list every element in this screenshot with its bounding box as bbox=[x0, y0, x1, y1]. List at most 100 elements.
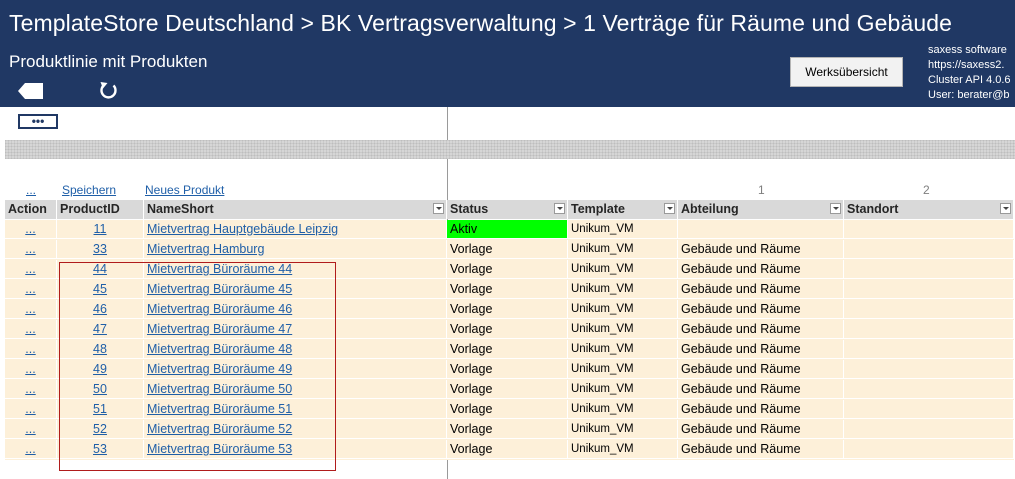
filter-dropdown-icon[interactable] bbox=[664, 203, 675, 214]
header-label: ProductID bbox=[60, 202, 120, 216]
header-action: Action bbox=[5, 200, 57, 219]
product-name-link[interactable]: Mietvertrag Büroräume 48 bbox=[144, 340, 447, 359]
product-name-link[interactable]: Mietvertrag Büroräume 53 bbox=[144, 440, 447, 459]
new-product-link[interactable]: Neues Produkt bbox=[145, 183, 224, 197]
page-title: TemplateStore Deutschland > BK Vertragsv… bbox=[9, 10, 953, 36]
info-line: https://saxess2. bbox=[928, 59, 1005, 71]
template-cell: Unikum_VM bbox=[568, 280, 678, 299]
standort-cell bbox=[844, 340, 1014, 359]
page-subtitle: Produktlinie mit Produkten bbox=[9, 52, 208, 71]
table-row: ... 53 Mietvertrag Büroräume 53 Vorlage … bbox=[5, 440, 1014, 460]
template-cell: Unikum_VM bbox=[568, 360, 678, 379]
template-cell: Unikum_VM bbox=[568, 240, 678, 259]
product-id-link[interactable]: 52 bbox=[57, 420, 144, 439]
product-name-link[interactable]: Mietvertrag Büroräume 47 bbox=[144, 320, 447, 339]
abteilung-cell: Gebäude und Räume bbox=[678, 280, 844, 299]
header-template: Template bbox=[568, 200, 678, 219]
table-row: ... 48 Mietvertrag Büroräume 48 Vorlage … bbox=[5, 340, 1014, 360]
product-id-link[interactable]: 33 bbox=[57, 240, 144, 259]
filter-dropdown-icon[interactable] bbox=[433, 203, 444, 214]
filter-dropdown-icon[interactable] bbox=[554, 203, 565, 214]
status-cell: Vorlage bbox=[447, 440, 568, 459]
row-action-link[interactable]: ... bbox=[5, 240, 57, 259]
header-standort: Standort bbox=[844, 200, 1014, 219]
row-action-link[interactable]: ... bbox=[5, 280, 57, 299]
header-bar: TemplateStore Deutschland > BK Vertragsv… bbox=[0, 0, 1015, 107]
abteilung-cell: Gebäude und Räume bbox=[678, 340, 844, 359]
product-id-link[interactable]: 45 bbox=[57, 280, 144, 299]
row-action-link[interactable]: ... bbox=[5, 320, 57, 339]
abteilung-cell: Gebäude und Räume bbox=[678, 360, 844, 379]
status-cell: Vorlage bbox=[447, 240, 568, 259]
status-cell: Vorlage bbox=[447, 300, 568, 319]
status-cell: Aktiv bbox=[447, 220, 568, 239]
standort-cell bbox=[844, 360, 1014, 379]
standort-cell bbox=[844, 280, 1014, 299]
product-id-link[interactable]: 51 bbox=[57, 400, 144, 419]
status-cell: Vorlage bbox=[447, 380, 568, 399]
product-id-link[interactable]: 44 bbox=[57, 260, 144, 279]
product-name-link[interactable]: Mietvertrag Büroräume 52 bbox=[144, 420, 447, 439]
abteilung-cell bbox=[678, 220, 844, 239]
product-name-link[interactable]: Mietvertrag Büroräume 45 bbox=[144, 280, 447, 299]
refresh-icon[interactable] bbox=[98, 80, 120, 102]
abteilung-cell: Gebäude und Räume bbox=[678, 400, 844, 419]
product-id-link[interactable]: 50 bbox=[57, 380, 144, 399]
table-row: ... 44 Mietvertrag Büroräume 44 Vorlage … bbox=[5, 260, 1014, 280]
dots-link[interactable]: ... bbox=[26, 183, 36, 197]
header-abteilung: Abteilung bbox=[678, 200, 844, 219]
row-action-link[interactable]: ... bbox=[5, 220, 57, 239]
product-id-link[interactable]: 53 bbox=[57, 440, 144, 459]
abteilung-cell: Gebäude und Räume bbox=[678, 320, 844, 339]
product-name-link[interactable]: Mietvertrag Büroräume 44 bbox=[144, 260, 447, 279]
row-action-link[interactable]: ... bbox=[5, 420, 57, 439]
product-id-link[interactable]: 49 bbox=[57, 360, 144, 379]
product-id-link[interactable]: 48 bbox=[57, 340, 144, 359]
header-label: Status bbox=[450, 202, 489, 216]
row-action-link[interactable]: ... bbox=[5, 360, 57, 379]
product-name-link[interactable]: Mietvertrag Büroräume 46 bbox=[144, 300, 447, 319]
product-name-link[interactable]: Mietvertrag Büroräume 49 bbox=[144, 360, 447, 379]
filter-dropdown-icon[interactable] bbox=[830, 203, 841, 214]
header-status: Status bbox=[447, 200, 568, 219]
header-label: Action bbox=[8, 202, 47, 216]
product-name-link[interactable]: Mietvertrag Hamburg bbox=[144, 240, 447, 259]
header-nameshort: NameShort bbox=[144, 200, 447, 219]
save-link[interactable]: Speichern bbox=[62, 183, 116, 197]
abteilung-cell: Gebäude und Räume bbox=[678, 380, 844, 399]
table-row: ... 49 Mietvertrag Büroräume 49 Vorlage … bbox=[5, 360, 1014, 380]
filter-dropdown-icon[interactable] bbox=[1000, 203, 1011, 214]
table-row: ... 51 Mietvertrag Büroräume 51 Vorlage … bbox=[5, 400, 1014, 420]
table-row: ... 33 Mietvertrag Hamburg Vorlage Uniku… bbox=[5, 240, 1014, 260]
template-cell: Unikum_VM bbox=[568, 400, 678, 419]
row-action-link[interactable]: ... bbox=[5, 340, 57, 359]
status-cell: Vorlage bbox=[447, 400, 568, 419]
standort-cell bbox=[844, 320, 1014, 339]
product-name-link[interactable]: Mietvertrag Büroräume 51 bbox=[144, 400, 447, 419]
template-cell: Unikum_VM bbox=[568, 320, 678, 339]
table-row: ... 52 Mietvertrag Büroräume 52 Vorlage … bbox=[5, 420, 1014, 440]
toolbar-band bbox=[5, 140, 1015, 159]
back-arrow-icon[interactable] bbox=[18, 81, 45, 101]
werksuebersicht-button[interactable]: Werksübersicht bbox=[790, 57, 903, 87]
row-action-link[interactable]: ... bbox=[5, 380, 57, 399]
product-id-link[interactable]: 46 bbox=[57, 300, 144, 319]
product-name-link[interactable]: Mietvertrag Hauptgebäude Leipzig bbox=[144, 220, 447, 239]
header-label: NameShort bbox=[147, 202, 214, 216]
standort-cell bbox=[844, 240, 1014, 259]
template-cell: Unikum_VM bbox=[568, 440, 678, 459]
abteilung-cell: Gebäude und Räume bbox=[678, 420, 844, 439]
row-action-link[interactable]: ... bbox=[5, 260, 57, 279]
template-cell: Unikum_VM bbox=[568, 300, 678, 319]
row-action-link[interactable]: ... bbox=[5, 400, 57, 419]
product-name-link[interactable]: Mietvertrag Büroräume 50 bbox=[144, 380, 447, 399]
header-label: Abteilung bbox=[681, 202, 739, 216]
row-action-link[interactable]: ... bbox=[5, 440, 57, 459]
info-line: Cluster API 4.0.6 bbox=[928, 74, 1011, 86]
template-cell: Unikum_VM bbox=[568, 380, 678, 399]
abteilung-cell: Gebäude und Räume bbox=[678, 440, 844, 459]
product-id-link[interactable]: 11 bbox=[57, 220, 144, 239]
product-id-link[interactable]: 47 bbox=[57, 320, 144, 339]
row-action-link[interactable]: ... bbox=[5, 300, 57, 319]
more-options-button[interactable]: ••• bbox=[18, 114, 58, 129]
